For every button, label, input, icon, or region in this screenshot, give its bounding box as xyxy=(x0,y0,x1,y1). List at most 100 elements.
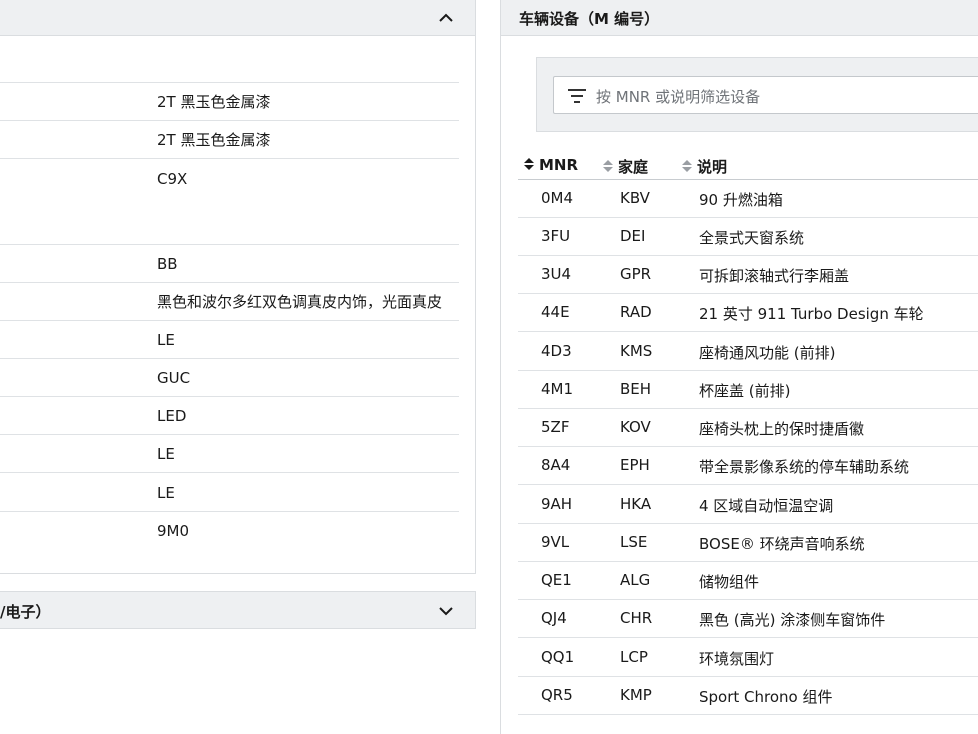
cell-description: 座椅头枕上的保时捷盾徽 xyxy=(699,420,865,438)
attribute-value: LED xyxy=(157,407,187,425)
filter-container: 按 MNR 或说明筛选设备 xyxy=(536,57,978,132)
cell-mnr: QQ1 xyxy=(541,648,575,666)
cell-family: HKA xyxy=(620,495,652,513)
table-row: QQ1 LCP 环境氛围灯 xyxy=(518,639,978,677)
chevron-down-icon[interactable] xyxy=(438,605,454,617)
cell-mnr: 9AH xyxy=(541,495,573,513)
table-row: 44E RAD 21 英寸 911 Turbo Design 车轮 xyxy=(518,294,978,332)
cell-description: 黑色 (高光) 涂漆侧车窗饰件 xyxy=(699,611,886,629)
cell-description: 4 区域自动恒温空调 xyxy=(699,497,834,515)
cell-mnr: QJ4 xyxy=(541,609,567,627)
cell-family: DEI xyxy=(620,227,646,245)
attribute-row: 黑色和波尔多红双色调真皮内饰，光面真皮 xyxy=(0,283,459,321)
table-row: QE1 ALG 储物组件 xyxy=(518,562,978,600)
column-header-description[interactable]: 说明 xyxy=(682,156,727,177)
cell-family: KBV xyxy=(620,189,650,207)
equipment-filter-input[interactable]: 按 MNR 或说明筛选设备 xyxy=(553,76,978,114)
cell-family: LCP xyxy=(620,648,648,666)
attributes-section-header[interactable] xyxy=(0,0,476,36)
table-row: QR5 KMP Sport Chrono 组件 xyxy=(518,677,978,715)
equipment-title: 车辆设备（M 编号） xyxy=(519,10,660,28)
cell-description: Sport Chrono 组件 xyxy=(699,688,833,706)
attribute-row: LE xyxy=(0,473,459,512)
column-label: 家庭 xyxy=(618,158,649,176)
section-title: /电子） xyxy=(0,603,51,621)
attribute-row: 2T 黑玉色金属漆 xyxy=(0,83,459,121)
attribute-row: GUC xyxy=(0,359,459,397)
attribute-value: BB xyxy=(157,255,178,273)
table-header: MNR 家庭 说明 xyxy=(518,156,978,180)
cell-family: BEH xyxy=(620,380,652,398)
column-label: MNR xyxy=(539,156,579,174)
cell-description: 储物组件 xyxy=(699,573,760,591)
cell-family: LSE xyxy=(620,533,648,551)
vehicle-equipment-panel: 车辆设备（M 编号） 按 MNR 或说明筛选设备 MNR 家庭 说明 0M4 K… xyxy=(500,0,978,734)
column-header-family[interactable]: 家庭 xyxy=(603,156,648,177)
table-row: 0M4 KBV 90 升燃油箱 xyxy=(518,180,978,218)
column-label: 说明 xyxy=(697,158,728,176)
attribute-value: LE xyxy=(157,445,175,463)
table-row: 3FU DEI 全景式天窗系统 xyxy=(518,218,978,256)
table-row: 4D3 KMS 座椅通风功能 (前排) xyxy=(518,333,978,371)
table-row: 9AH HKA 4 区域自动恒温空调 xyxy=(518,486,978,524)
attributes-card-body: 2T 黑玉色金属漆 2T 黑玉色金属漆 C9X BB 黑色和波尔多红双色调真皮内… xyxy=(0,36,476,574)
cell-family: KMP xyxy=(620,686,652,704)
sort-icon xyxy=(524,158,534,170)
attribute-row: LED xyxy=(0,397,459,435)
attribute-row: LE xyxy=(0,435,459,473)
cell-description: 可拆卸滚轴式行李厢盖 xyxy=(699,267,850,285)
table-row: 5ZF KOV 座椅头枕上的保时捷盾徽 xyxy=(518,409,978,447)
table-row: QJ4 CHR 黑色 (高光) 涂漆侧车窗饰件 xyxy=(518,600,978,638)
cell-description: 全景式天窗系统 xyxy=(699,229,805,247)
cell-family: ALG xyxy=(620,571,651,589)
cell-mnr: 3U4 xyxy=(541,265,572,283)
cell-mnr: 4M1 xyxy=(541,380,574,398)
column-header-mnr[interactable]: MNR xyxy=(524,156,578,174)
cell-mnr: 3FU xyxy=(541,227,571,245)
attribute-value: LE xyxy=(157,331,175,349)
attribute-value: 2T 黑玉色金属漆 xyxy=(157,131,271,149)
cell-description: 90 升燃油箱 xyxy=(699,191,783,209)
attribute-value: 黑色和波尔多红双色调真皮内饰，光面真皮 xyxy=(157,293,443,311)
cell-description: 21 英寸 911 Turbo Design 车轮 xyxy=(699,305,924,323)
attribute-value: 9M0 xyxy=(157,522,190,540)
cell-mnr: 9VL xyxy=(541,533,570,551)
cell-mnr: QE1 xyxy=(541,571,572,589)
cell-mnr: 4D3 xyxy=(541,342,572,360)
cell-family: EPH xyxy=(620,456,650,474)
cell-description: 带全景影像系统的停车辅助系统 xyxy=(699,458,910,476)
cell-description: 杯座盖 (前排) xyxy=(699,382,791,400)
filter-placeholder: 按 MNR 或说明筛选设备 xyxy=(596,88,761,106)
vehicle-attributes-panel: 2T 黑玉色金属漆 2T 黑玉色金属漆 C9X BB 黑色和波尔多红双色调真皮内… xyxy=(0,0,476,734)
cell-mnr: 0M4 xyxy=(541,189,574,207)
cell-description: BOSE® 环绕声音响系统 xyxy=(699,535,865,553)
cell-mnr: QR5 xyxy=(541,686,573,704)
table-row: 8A4 EPH 带全景影像系统的停车辅助系统 xyxy=(518,447,978,485)
cell-family: KOV xyxy=(620,418,651,436)
cell-family: GPR xyxy=(620,265,652,283)
cell-family: CHR xyxy=(620,609,653,627)
chevron-up-icon[interactable] xyxy=(438,12,454,24)
sort-icon xyxy=(603,160,613,172)
attribute-row: 2T 黑玉色金属漆 xyxy=(0,121,459,159)
cell-family: KMS xyxy=(620,342,653,360)
table-row: 3U4 GPR 可拆卸滚轴式行李厢盖 xyxy=(518,256,978,294)
cell-mnr: 44E xyxy=(541,303,570,321)
attribute-value: GUC xyxy=(157,369,191,387)
attribute-row: C9X xyxy=(0,159,459,245)
attribute-row: LE xyxy=(0,321,459,359)
attribute-value: C9X xyxy=(157,170,188,188)
table-row: 4M1 BEH 杯座盖 (前排) xyxy=(518,371,978,409)
attribute-row: 9M0 xyxy=(0,512,459,572)
cell-mnr: 8A4 xyxy=(541,456,571,474)
cell-description: 座椅通风功能 (前排) xyxy=(699,344,836,362)
attribute-value: LE xyxy=(157,484,175,502)
electronics-section-header[interactable]: /电子） xyxy=(0,591,476,629)
sort-icon xyxy=(682,160,692,172)
attribute-row: BB xyxy=(0,245,459,283)
equipment-section-header[interactable]: 车辆设备（M 编号） xyxy=(501,0,978,36)
cell-family: RAD xyxy=(620,303,652,321)
attribute-value: 2T 黑玉色金属漆 xyxy=(157,93,271,111)
cell-description: 环境氛围灯 xyxy=(699,650,775,668)
cell-mnr: 5ZF xyxy=(541,418,570,436)
